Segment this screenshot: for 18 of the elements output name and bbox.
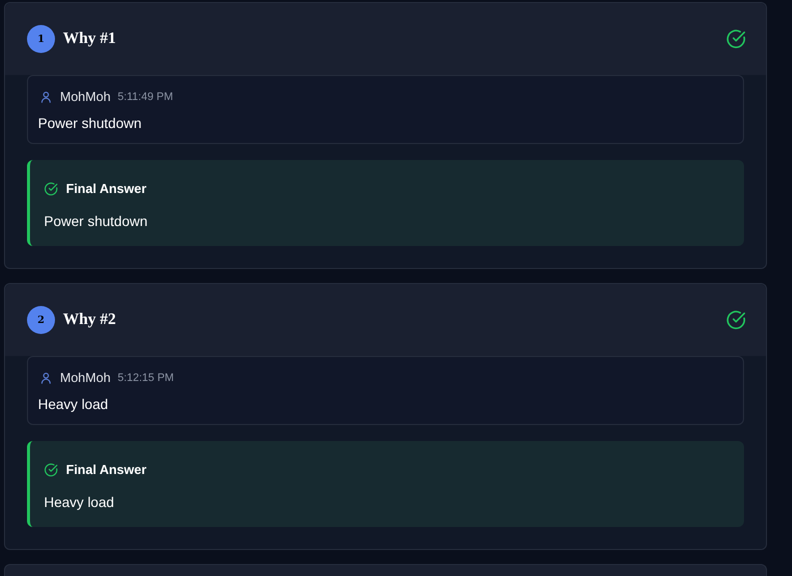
check-circle-icon	[44, 462, 58, 477]
step-number: 2	[27, 306, 55, 334]
author-name: MohMoh	[60, 369, 111, 387]
final-answer-text: Power shutdown	[44, 212, 149, 230]
author-name: MohMoh	[60, 88, 111, 106]
timestamp: 5:12:15 PM	[118, 370, 174, 386]
check-circle-icon	[44, 182, 58, 196]
final-answer-text: Heavy load	[44, 492, 116, 512]
timestamp: 5:11:49 PM	[118, 90, 174, 104]
user-icon	[39, 90, 53, 104]
final-answer-label: Final Answer	[66, 180, 146, 198]
step-number: 1	[27, 25, 55, 53]
user-icon	[39, 370, 53, 385]
why-title: Why #1	[63, 29, 116, 49]
message-text: Heavy load	[38, 394, 110, 414]
message-text: Power shutdown	[38, 114, 143, 132]
final-answer-label: Final Answer	[66, 461, 146, 479]
why-title: Why #2	[63, 310, 116, 330]
